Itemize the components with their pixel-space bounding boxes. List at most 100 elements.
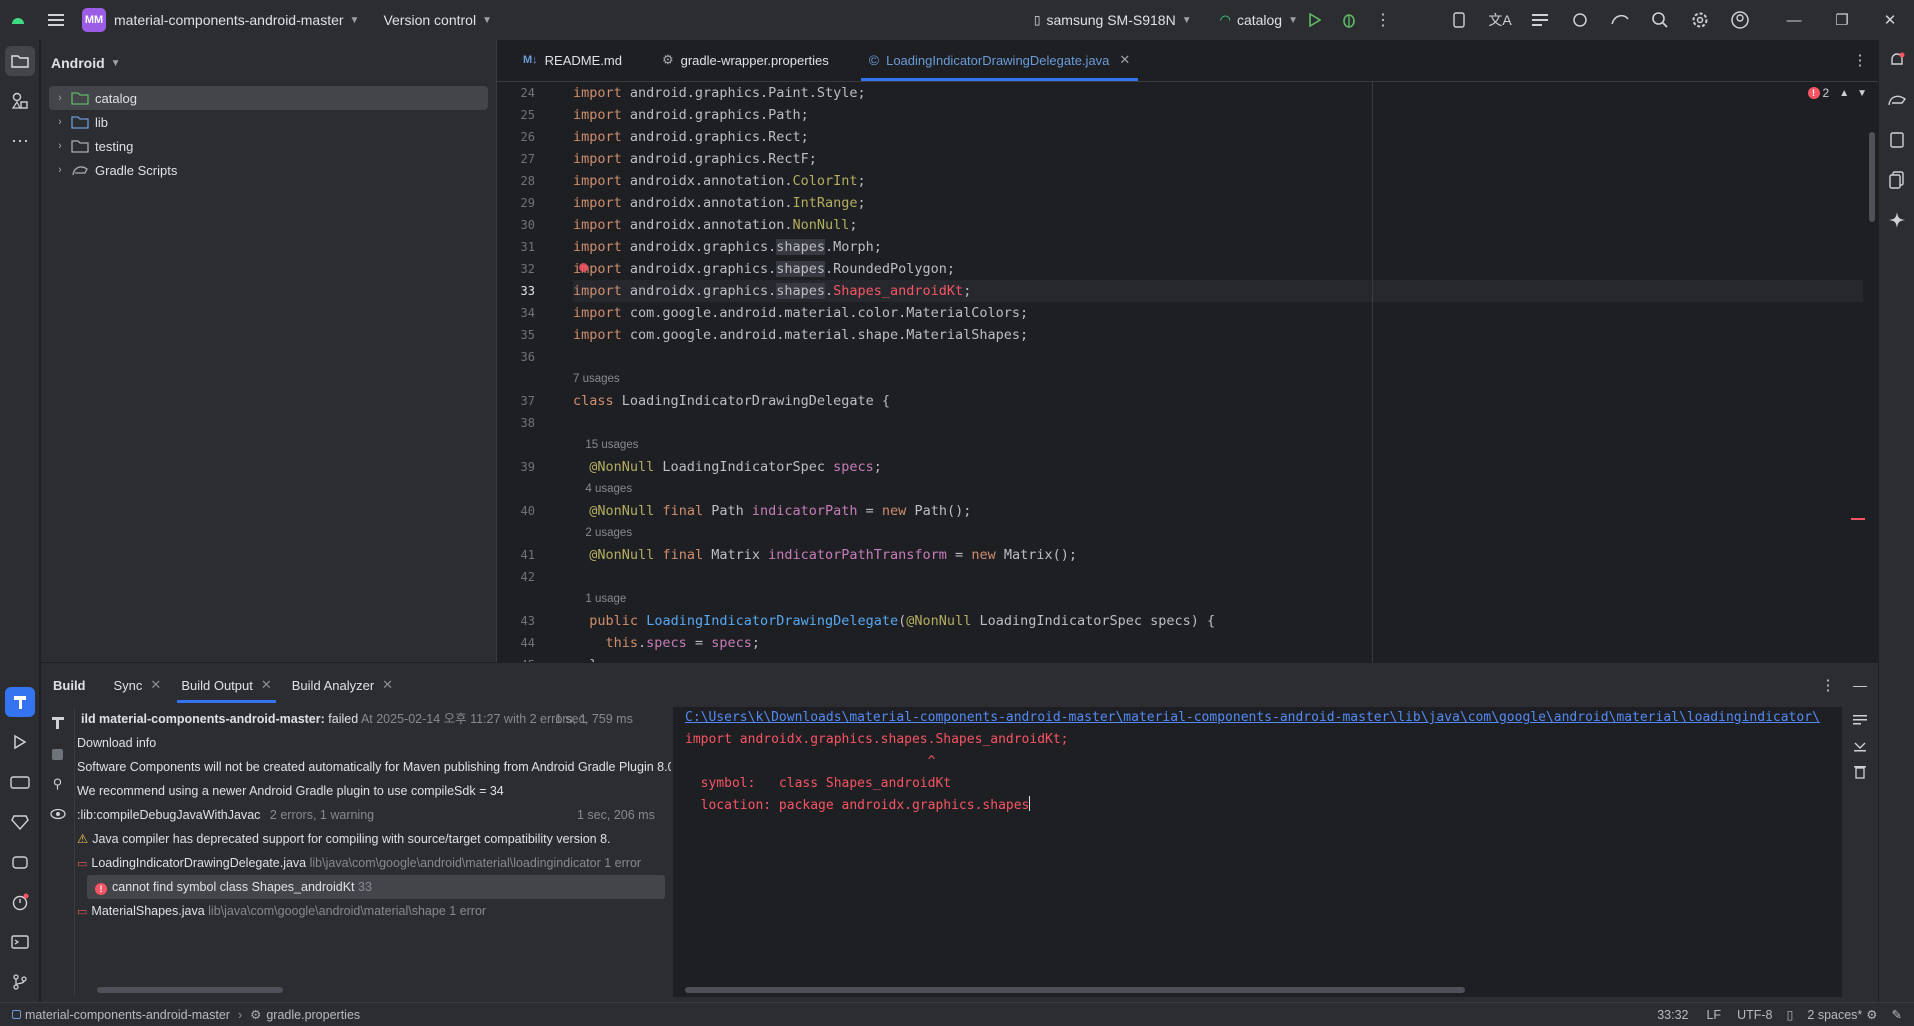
task-row[interactable]: :lib:compileDebugJavaWithJavac 2 errors,… <box>77 803 671 827</box>
sdk-manager-icon[interactable] <box>1560 0 1600 40</box>
minimize-button[interactable]: — <box>1770 0 1818 40</box>
chevron-down-icon[interactable]: ▼ <box>1857 88 1867 99</box>
chevron-up-icon[interactable]: ▲ <box>1839 88 1849 99</box>
search-icon[interactable] <box>1640 0 1680 40</box>
power-save-icon[interactable]: ✎ <box>1892 1007 1902 1022</box>
more-actions-icon[interactable]: ⋮ <box>1366 0 1400 40</box>
panel-options-icon[interactable]: ⋮ <box>1814 676 1842 694</box>
run-icon[interactable] <box>1298 0 1332 40</box>
device-manager-icon[interactable] <box>1440 0 1480 40</box>
build-tool-button[interactable] <box>0 682 40 722</box>
usages-hint[interactable]: 15 usages <box>573 434 1863 456</box>
error-row[interactable]: ! cannot find symbol class Shapes_android… <box>87 875 665 899</box>
layout-inspector-icon[interactable] <box>1520 0 1560 40</box>
close-window-button[interactable]: ✕ <box>1866 0 1914 40</box>
eye-icon[interactable] <box>41 799 74 829</box>
tab-loading-indicator-delegate[interactable]: © LoadingIndicatorDrawingDelegate.java ✕ <box>853 39 1147 81</box>
device-file-explorer-button[interactable] <box>1879 120 1914 160</box>
tree-item-catalog[interactable]: › catalog <box>49 86 488 110</box>
tab-options-icon[interactable]: ⋮ <box>1842 39 1878 81</box>
run-tool-button[interactable] <box>0 722 40 762</box>
cursor-position[interactable]: 33:32 <box>1657 1008 1688 1022</box>
trash-icon[interactable] <box>1842 759 1878 785</box>
settings-gear-icon[interactable] <box>1680 0 1720 40</box>
usages-hint[interactable]: 7 usages <box>573 368 1863 390</box>
line-number: 24 <box>520 86 535 100</box>
tab-build-output[interactable]: Build Output ✕ <box>171 663 281 707</box>
logcat-button[interactable] <box>0 842 40 882</box>
close-tab-icon[interactable]: ✕ <box>150 677 161 693</box>
error-file-row[interactable]: ▭ LoadingIndicatorDrawingDelegate.java li… <box>77 851 671 875</box>
code-lines: import android.graphics.Paint.Style; impo… <box>573 82 1863 662</box>
build-title-label: Build <box>53 677 86 693</box>
account-icon[interactable] <box>1720 0 1760 40</box>
gem-tool-button[interactable] <box>0 802 40 842</box>
device-selector[interactable]: ▯ samsung SM-S918N ▼ <box>1034 0 1192 40</box>
project-view-label: Android <box>51 55 105 71</box>
tree-horizontal-scrollbar[interactable] <box>97 987 283 993</box>
source-path-link[interactable]: C:\Users\k\Downloads\material-components… <box>685 710 1820 725</box>
app-inspection-button[interactable] <box>0 762 40 802</box>
problems-indicator[interactable]: ! 2 ▲ ▼ <box>1807 86 1867 100</box>
notifications-button[interactable] <box>1879 40 1914 80</box>
project-tool-button[interactable] <box>0 41 40 81</box>
console-horizontal-scrollbar[interactable] <box>685 987 1465 993</box>
build-console[interactable]: C:\Users\k\Downloads\material-components… <box>673 707 1878 997</box>
error-bulb-icon[interactable] <box>579 263 588 272</box>
minimize-panel-icon[interactable]: — <box>1842 677 1878 693</box>
download-info-row[interactable]: Download info <box>77 731 671 755</box>
tab-readme[interactable]: M↓ README.md <box>507 39 638 81</box>
git-button[interactable] <box>0 962 40 1002</box>
scroll-to-end-icon[interactable] <box>1842 733 1878 759</box>
code-area[interactable]: 24 25 26 27 28 29 30 31 32 33 34 35 36 37 38 39 40 41 42 43… <box>497 82 1879 662</box>
main-menu-icon[interactable] <box>36 0 76 40</box>
rerun-icon[interactable] <box>41 707 74 739</box>
tab-build-analyzer[interactable]: Build Analyzer ✕ <box>282 663 403 707</box>
version-control-menu[interactable]: Version control ▼ <box>383 0 492 40</box>
gemini-button[interactable] <box>1879 200 1914 240</box>
usages-hint[interactable]: 1 usage <box>573 588 1863 610</box>
close-tab-icon[interactable]: ✕ <box>382 677 393 693</box>
more-tools-button[interactable]: ⋯ <box>0 121 40 161</box>
indent-setting[interactable]: 2 spaces* <box>1807 1008 1862 1022</box>
line-separator[interactable]: LF <box>1706 1008 1721 1022</box>
deprecation-warning-row[interactable]: ⚠ Java compiler has deprecated support fo… <box>77 827 671 851</box>
run-config-selector[interactable]: ◠ catalog ▼ <box>1220 0 1298 40</box>
project-selector[interactable]: MM material-components-android-master ▼ <box>82 0 359 40</box>
line-number: 39 <box>520 460 535 474</box>
project-view-selector[interactable]: Android ▼ <box>41 40 496 86</box>
error-file-row[interactable]: ▭ MaterialShapes.java lib\java\com\google… <box>77 899 671 923</box>
restore-button[interactable]: ❐ <box>1818 0 1866 40</box>
breadcrumb-project[interactable]: material-components-android-master <box>25 1008 230 1022</box>
running-devices-button[interactable] <box>1879 160 1914 200</box>
editor-scrollbar[interactable] <box>1869 132 1875 222</box>
debug-icon[interactable] <box>1332 0 1366 40</box>
usages-hint[interactable]: 2 usages <box>573 522 1863 544</box>
usages-hint[interactable]: 4 usages <box>573 478 1863 500</box>
file-error-count: 1 error <box>600 856 642 870</box>
file-encoding[interactable]: UTF-8 <box>1737 1008 1772 1022</box>
tree-item-lib[interactable]: › lib <box>49 110 488 134</box>
stop-icon[interactable] <box>41 739 74 769</box>
translate-icon[interactable]: 文A <box>1480 0 1520 40</box>
soft-wrap-icon[interactable] <box>1842 707 1878 733</box>
close-tab-icon[interactable]: ✕ <box>1119 52 1130 68</box>
readonly-book-icon[interactable]: ▯ <box>1787 1007 1794 1022</box>
pin-icon[interactable]: ⚲ <box>41 769 74 799</box>
terminal-button[interactable] <box>0 922 40 962</box>
tab-gradle-wrapper[interactable]: ⚙ gradle-wrapper.properties <box>646 39 845 81</box>
profiler-button[interactable] <box>0 882 40 922</box>
breadcrumb-file[interactable]: gradle.properties <box>266 1008 360 1022</box>
close-tab-icon[interactable]: ✕ <box>261 677 272 693</box>
gradle-tool-button[interactable] <box>1879 80 1914 120</box>
build-root-row[interactable]: ▲ild material-components-android-master:… <box>77 707 671 731</box>
tree-item-testing[interactable]: › testing <box>49 134 488 158</box>
warning-row[interactable]: We recommend using a newer Android Gradl… <box>77 779 671 803</box>
gradle-sync-icon[interactable] <box>1600 0 1640 40</box>
tree-item-gradle-scripts[interactable]: › Gradle Scripts <box>49 158 488 182</box>
settings-gear-icon[interactable]: ⚙ <box>1866 1007 1877 1022</box>
error-stripe-marker[interactable] <box>1851 518 1865 520</box>
warning-row[interactable]: Software Components will not be created … <box>77 755 671 779</box>
resource-manager-button[interactable] <box>0 81 40 121</box>
tab-sync[interactable]: Sync ✕ <box>104 663 172 707</box>
